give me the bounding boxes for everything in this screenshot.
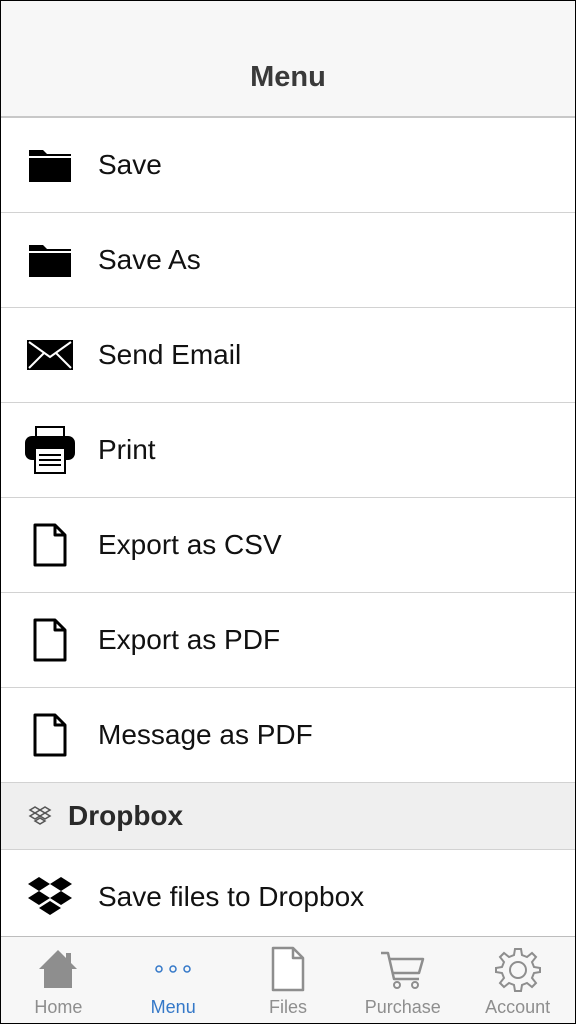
- menu-item-export-csv[interactable]: Export as CSV: [1, 498, 575, 593]
- menu-item-label: Send Email: [98, 339, 242, 370]
- dropbox-icon: [23, 872, 77, 922]
- more-dots-icon: [148, 945, 198, 993]
- menu-item-label: Save files to Dropbox: [98, 881, 365, 912]
- menu-item-message-pdf[interactable]: Message as PDF: [1, 688, 575, 783]
- navigation-bar: Menu: [1, 1, 575, 118]
- home-icon: [33, 945, 83, 993]
- page-title: Menu: [250, 61, 326, 93]
- menu-item-save-to-dropbox[interactable]: Save files to Dropbox: [1, 850, 575, 945]
- menu-item-export-pdf[interactable]: Export as PDF: [1, 593, 575, 688]
- folder-icon: [23, 235, 77, 285]
- gear-icon: [493, 945, 543, 993]
- tab-files[interactable]: Files: [231, 937, 346, 1023]
- tab-label: Menu: [150, 997, 196, 1017]
- tab-purchase[interactable]: Purchase: [345, 937, 460, 1023]
- cart-icon: [378, 945, 428, 993]
- envelope-icon: [23, 330, 77, 380]
- document-icon: [23, 520, 77, 570]
- tab-label: Files: [268, 997, 307, 1017]
- section-title: Dropbox: [68, 800, 184, 831]
- menu-list: Save Save As Send Email Print Export as …: [1, 118, 575, 945]
- menu-item-label: Print: [98, 434, 156, 465]
- menu-item-label: Save: [98, 149, 162, 180]
- tab-label: Home: [34, 997, 83, 1017]
- menu-item-save-as[interactable]: Save As: [1, 213, 575, 308]
- menu-item-send-email[interactable]: Send Email: [1, 308, 575, 403]
- menu-item-save[interactable]: Save: [1, 118, 575, 213]
- folder-icon: [23, 140, 77, 190]
- tab-label: Purchase: [364, 997, 441, 1017]
- printer-icon: [23, 425, 77, 475]
- app-screen: Menu Save Save As Send Email Print Expor…: [0, 0, 576, 1024]
- menu-item-print[interactable]: Print: [1, 403, 575, 498]
- menu-item-label: Export as PDF: [98, 624, 281, 655]
- tab-home[interactable]: Home: [1, 937, 116, 1023]
- dropbox-icon: [28, 804, 52, 828]
- tab-bar: Home Menu Files Purchase Account: [1, 936, 575, 1023]
- menu-item-label: Message as PDF: [98, 719, 313, 750]
- document-icon: [23, 615, 77, 665]
- tab-menu[interactable]: Menu: [116, 937, 231, 1023]
- document-icon: [23, 710, 77, 760]
- file-icon: [263, 945, 313, 993]
- tab-account[interactable]: Account: [460, 937, 575, 1023]
- menu-item-label: Save As: [98, 244, 201, 275]
- dropbox-section-header: Dropbox: [1, 783, 575, 850]
- menu-item-label: Export as CSV: [98, 529, 282, 560]
- tab-label: Account: [485, 997, 551, 1017]
